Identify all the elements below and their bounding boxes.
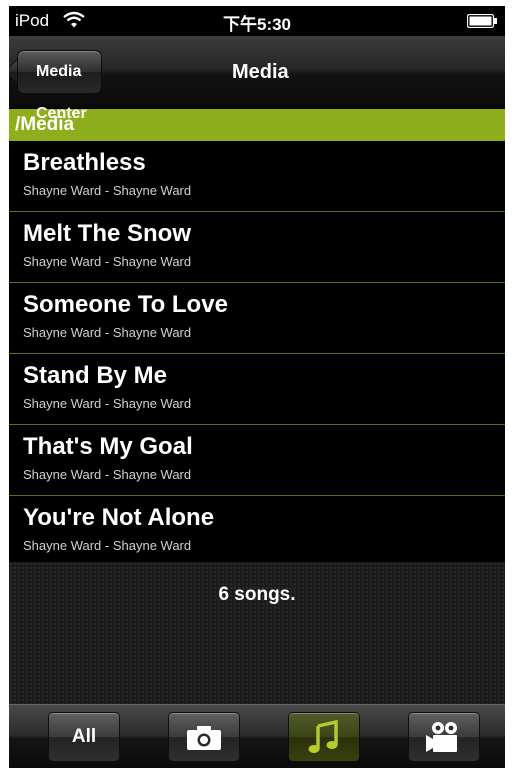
song-count: 6 songs. — [218, 584, 296, 605]
song-title: Stand By Me — [23, 362, 168, 389]
page-title: Media — [232, 61, 289, 83]
song-subtitle: Shayne Ward - Shayne Ward — [23, 254, 192, 269]
tab-photos-button[interactable] — [168, 712, 240, 762]
song-row[interactable]: Stand By Me Shayne Ward - Shayne Ward — [9, 354, 505, 425]
song-title: You're Not Alone — [23, 504, 215, 531]
status-bar: iPod 下午5:30 — [9, 6, 505, 36]
tab-music-button[interactable] — [288, 712, 360, 762]
song-subtitle: Shayne Ward - Shayne Ward — [23, 396, 192, 411]
navigation-bar: Media Center Media — [9, 36, 505, 122]
status-time: 下午5:30 — [222, 15, 292, 34]
song-row[interactable]: You're Not Alone Shayne Ward - Shayne Wa… — [9, 496, 505, 567]
song-title: Someone To Love — [23, 291, 228, 318]
video-camera-icon — [426, 722, 457, 752]
camera-icon — [187, 726, 221, 750]
device-screen: iPod 下午5:30 Media Center Media /Media Br… — [9, 6, 505, 768]
song-subtitle: Shayne Ward - Shayne Ward — [23, 467, 192, 482]
song-row[interactable]: Melt The Snow Shayne Ward - Shayne Ward — [9, 212, 505, 283]
song-title: Melt The Snow — [23, 220, 191, 247]
tab-bar: All — [9, 704, 505, 768]
tab-all-button[interactable]: All — [48, 712, 120, 762]
battery-icon — [467, 14, 497, 28]
song-title: That's My Goal — [23, 433, 193, 460]
song-subtitle: Shayne Ward - Shayne Ward — [23, 183, 192, 198]
back-button[interactable]: Media Center — [17, 50, 102, 122]
song-subtitle: Shayne Ward - Shayne Ward — [23, 538, 192, 553]
song-row[interactable]: That's My Goal Shayne Ward - Shayne Ward — [9, 425, 505, 496]
song-row[interactable]: Someone To Love Shayne Ward - Shayne War… — [9, 283, 505, 354]
tab-video-button[interactable] — [408, 712, 480, 762]
song-subtitle: Shayne Ward - Shayne Ward — [23, 325, 192, 340]
song-list: Breathless Shayne Ward - Shayne Ward Mel… — [9, 141, 505, 567]
list-footer: 6 songs. — [9, 562, 505, 704]
song-row[interactable]: Breathless Shayne Ward - Shayne Ward — [9, 141, 505, 212]
song-title: Breathless — [23, 149, 146, 176]
tab-all-label: All — [71, 726, 97, 747]
music-note-icon — [308, 720, 338, 753]
